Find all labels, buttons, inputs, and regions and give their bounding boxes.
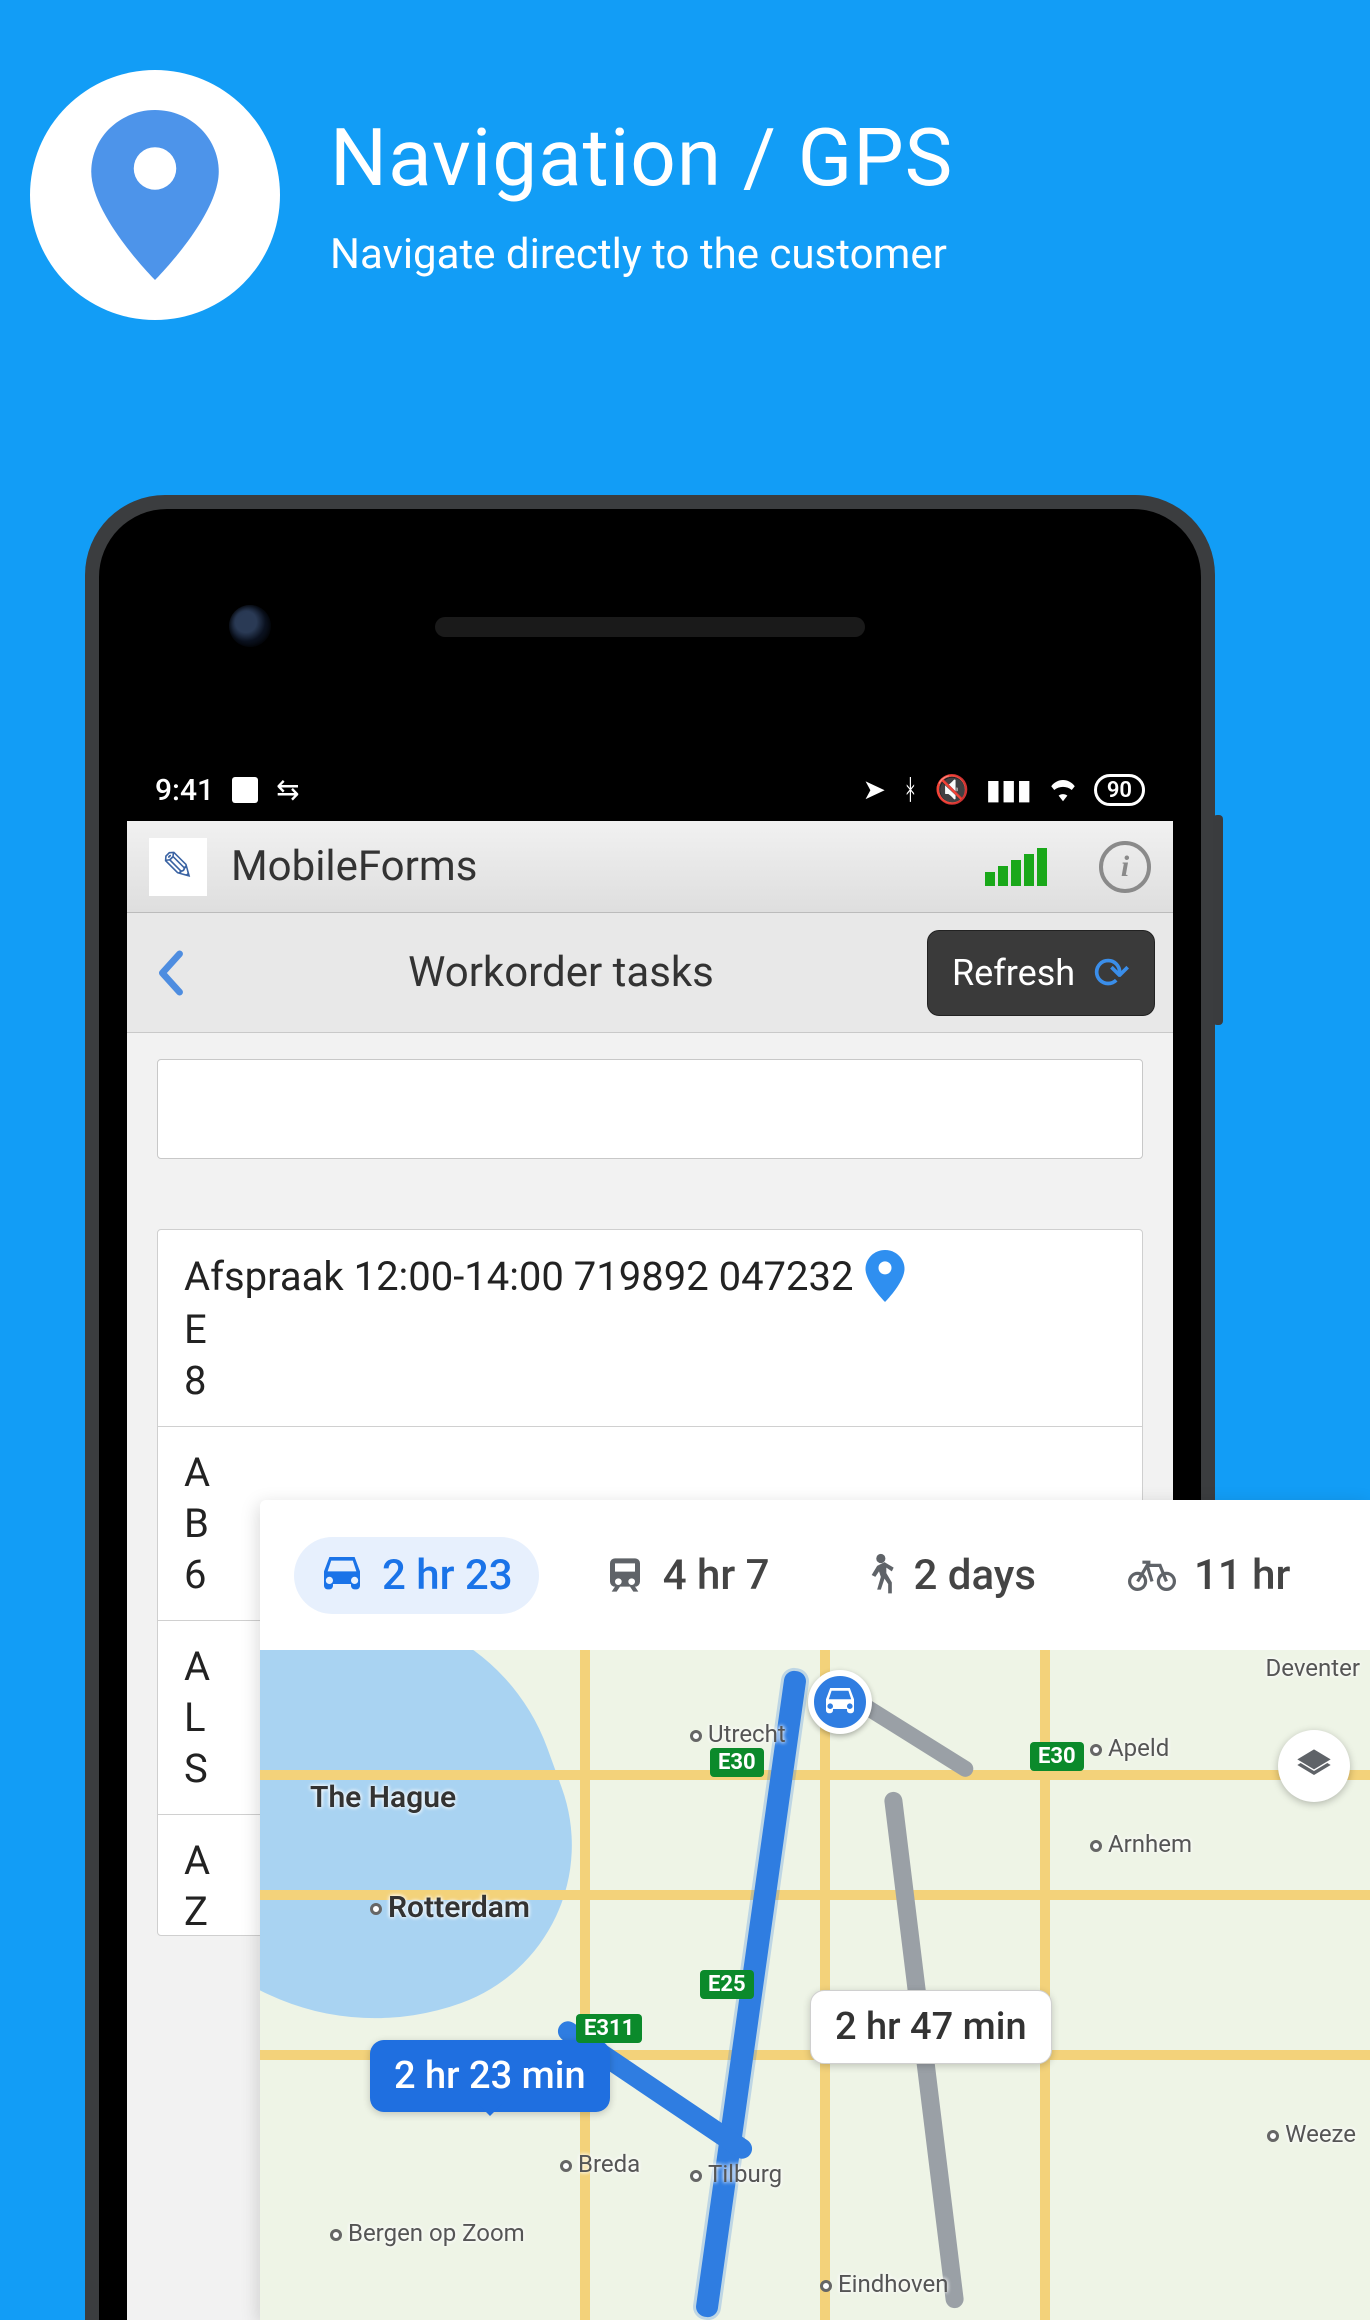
location-pin-icon [90,110,220,280]
maps-tab-car[interactable]: 2 hr 23 [294,1537,539,1614]
hero: Navigation / GPS Navigate directly to th… [0,0,1370,340]
tab-car-time: 2 hr 23 [382,1551,513,1600]
search-input[interactable] [157,1059,1143,1159]
route-alt-time-bubble[interactable]: 2 hr 47 min [810,1990,1052,2064]
chevron-left-icon [156,950,184,996]
phone-side-button [1213,815,1223,1025]
task-title: Afspraak 12:00-14:00 719892 047232 [184,1253,853,1300]
tab-transit-time: 4 hr 7 [663,1551,770,1600]
phone-camera [229,605,271,647]
app-logo-icon: ✎ [149,838,207,896]
cell-signal-icon: ▮▮▮ [986,776,1032,804]
sync-strength-icon [985,848,1047,886]
route-start-pin-icon [808,1670,872,1734]
map-layers-button[interactable] [1278,1730,1350,1802]
phone-speaker [435,617,865,637]
refresh-button-label: Refresh [952,952,1075,994]
tab-bike-time: 11 hr [1194,1551,1290,1600]
city-label: Arnhem [1090,1830,1192,1858]
road-shield: E25 [700,1970,754,1999]
task-line: 8 [184,1357,1116,1404]
maps-tab-walk[interactable]: 2 days [836,1537,1063,1614]
road-shield: E30 [710,1748,764,1777]
city-label: Eindhoven [820,2270,948,2298]
wifi-icon [1048,778,1078,802]
sub-header: Workorder tasks Refresh ⟳ [127,913,1173,1033]
city-label: Utrecht [690,1720,786,1748]
battery-level: 90 [1094,774,1145,806]
city-label: The Hague [310,1780,456,1815]
status-app-icon [232,777,258,803]
info-button[interactable]: i [1099,841,1151,893]
maps-transport-tabs: 2 hr 23 4 hr 7 2 days 11 hr [260,1500,1370,1650]
city-label: Rotterdam [370,1890,530,1925]
train-icon [605,1555,645,1595]
road-shield: E311 [576,2014,642,2043]
map-canvas[interactable]: 2 hr 23 min 2 hr 47 min E30 E25 E311 E30… [260,1650,1370,2320]
bluetooth-icon: ᚼ [902,776,919,804]
page-title: Workorder tasks [207,948,915,997]
route-main-time-bubble[interactable]: 2 hr 23 min [370,2040,610,2112]
hero-icon-circle [30,70,280,320]
location-arrow-icon: ➤ [862,776,885,804]
road-shield: E30 [1030,1742,1084,1771]
city-label: Breda [560,2150,640,2178]
hero-subtitle: Navigate directly to the customer [330,230,953,279]
refresh-icon: ⟳ [1093,947,1130,999]
app-header: ✎ MobileForms i [127,821,1173,913]
vibrate-icon: 🔇 [935,776,970,804]
status-time: 9:41 [155,773,214,808]
tab-walk-time: 2 days [914,1551,1037,1600]
task-line: A [184,1449,1116,1496]
refresh-button[interactable]: Refresh ⟳ [927,930,1155,1016]
city-label: Bergen op Zoom [330,2220,525,2246]
city-label: Tilburg [690,2160,782,2188]
city-label: Apeld [1090,1734,1169,1762]
layers-icon [1294,1746,1334,1786]
car-icon [320,1557,364,1593]
maps-route-panel: 2 hr 23 4 hr 7 2 days 11 hr [260,1500,1370,2320]
task-location-pin-icon[interactable] [865,1250,905,1302]
maps-tab-bike[interactable]: 11 hr [1102,1537,1316,1614]
back-button[interactable] [145,928,195,1018]
sync-icon: ⇆ [276,776,299,804]
app-title: MobileForms [231,842,961,891]
walk-icon [862,1553,896,1597]
maps-tab-transit[interactable]: 4 hr 7 [579,1537,796,1614]
task-line: E [184,1306,1116,1353]
city-label: Deventer [1266,1654,1361,1682]
hero-title: Navigation / GPS [330,111,953,205]
bike-icon [1128,1559,1176,1591]
city-label: Weeze [1267,2120,1356,2148]
android-status-bar: 9:41 ⇆ ➤ ᚼ 🔇 ▮▮▮ 90 [127,759,1173,821]
